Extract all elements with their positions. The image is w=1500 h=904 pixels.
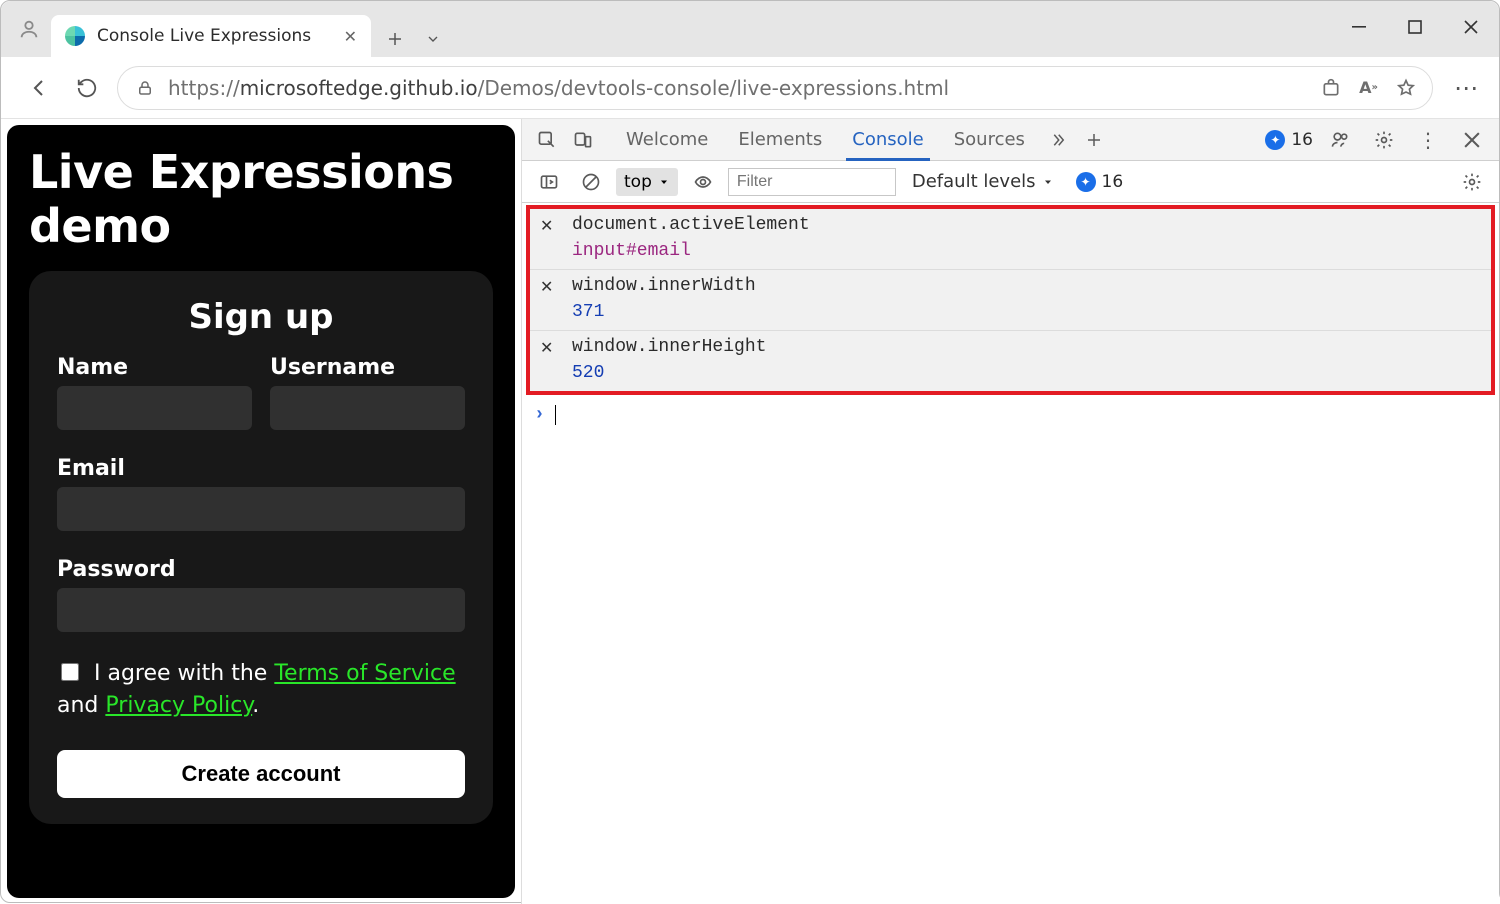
remove-live-expr-icon[interactable]: ✕ (540, 215, 564, 237)
create-account-button[interactable]: Create account (57, 750, 465, 798)
devtools-panel: Welcome Elements Console Sources ✦ 16 (521, 119, 1499, 904)
remove-live-expr-icon[interactable]: ✕ (540, 337, 564, 359)
issues-count: 16 (1291, 130, 1313, 150)
close-window-button[interactable] (1443, 7, 1499, 47)
context-selector[interactable]: top (616, 168, 678, 196)
inspect-icon[interactable] (530, 123, 564, 157)
clear-console-icon[interactable] (574, 165, 608, 199)
field-name: Name (57, 355, 252, 430)
input-password[interactable] (57, 588, 465, 632)
field-username: Username (270, 355, 465, 430)
tab-strip: Console Live Expressions ✕ (51, 1, 1331, 57)
profile-button[interactable] (7, 1, 51, 57)
toggle-sidebar-icon[interactable] (532, 165, 566, 199)
console-toolbar: top Default levels ✦ 16 (522, 161, 1499, 203)
agree-checkbox[interactable] (61, 663, 79, 681)
tab-sources[interactable]: Sources (940, 119, 1039, 160)
favorite-icon[interactable] (1396, 78, 1416, 98)
filter-input[interactable] (728, 168, 896, 196)
chevron-right-icon: › (534, 405, 545, 425)
url-text: https://microsoftedge.github.io/Demos/de… (168, 76, 949, 100)
label-username: Username (270, 355, 465, 380)
label-name: Name (57, 355, 252, 380)
window-controls (1331, 1, 1499, 57)
tab-welcome[interactable]: Welcome (612, 119, 722, 160)
input-username[interactable] (270, 386, 465, 430)
live-expressions-region: ✕ document.activeElement input#email ✕ w… (526, 205, 1495, 395)
issues-chip[interactable]: ✦ 16 (1265, 130, 1313, 150)
input-email[interactable] (57, 487, 465, 531)
console-body: › (522, 395, 1499, 904)
issues-icon: ✦ (1265, 130, 1285, 150)
devtools-tabbar: Welcome Elements Console Sources ✦ 16 (522, 119, 1499, 161)
minimize-button[interactable] (1331, 7, 1387, 47)
live-expr-text[interactable]: window.innerHeight (572, 337, 1481, 359)
feedback-icon[interactable] (1323, 123, 1357, 157)
content-area: Live Expressions demo Sign up Name Usern… (1, 119, 1499, 904)
live-expr-text[interactable]: window.innerWidth (572, 276, 1481, 298)
tos-link[interactable]: Terms of Service (274, 661, 455, 686)
edge-favicon-icon (65, 26, 85, 46)
browser-toolbar: https://microsoftedge.github.io/Demos/de… (1, 57, 1499, 119)
maximize-button[interactable] (1387, 7, 1443, 47)
live-expr-value: 520 (572, 363, 1481, 383)
close-tab-icon[interactable]: ✕ (344, 27, 357, 46)
shopping-icon[interactable] (1321, 78, 1341, 98)
address-bar[interactable]: https://microsoftedge.github.io/Demos/de… (117, 66, 1433, 110)
toolbar-issues-count: 16 (1102, 172, 1124, 192)
log-levels-selector[interactable]: Default levels (912, 171, 1054, 192)
more-tabs-icon[interactable] (1041, 123, 1075, 157)
live-expr-value: input#email (572, 241, 1481, 261)
devtools-menu-icon[interactable]: ⋮ (1411, 123, 1445, 157)
live-expression-row: ✕ window.innerHeight 520 (530, 331, 1491, 391)
privacy-link[interactable]: Privacy Policy (105, 693, 252, 718)
read-aloud-icon[interactable]: A» (1359, 78, 1378, 97)
label-email: Email (57, 456, 465, 481)
live-expr-text[interactable]: document.activeElement (572, 215, 1481, 237)
tab-controls (371, 21, 457, 57)
signup-heading: Sign up (57, 297, 465, 337)
browser-tab[interactable]: Console Live Expressions ✕ (51, 15, 371, 57)
field-password: Password (57, 557, 465, 632)
device-toggle-icon[interactable] (566, 123, 600, 157)
new-tab-icon[interactable] (1077, 123, 1111, 157)
label-password: Password (57, 557, 465, 582)
lock-icon (136, 79, 154, 97)
agree-text: I agree with the Terms of Service and Pr… (57, 658, 465, 722)
page-title: Live Expressions demo (29, 145, 493, 253)
more-menu-button[interactable]: ⋯ (1445, 67, 1487, 109)
settings-icon[interactable] (1367, 123, 1401, 157)
tab-console[interactable]: Console (838, 119, 937, 160)
back-button[interactable] (21, 70, 57, 106)
close-devtools-icon[interactable] (1455, 123, 1489, 157)
live-expr-value: 371 (572, 302, 1481, 322)
remove-live-expr-icon[interactable]: ✕ (540, 276, 564, 298)
field-email: Email (57, 456, 465, 531)
input-name[interactable] (57, 386, 252, 430)
page-viewport: Live Expressions demo Sign up Name Usern… (1, 119, 521, 904)
toolbar-issues-chip[interactable]: ✦ 16 (1076, 172, 1124, 192)
issues-icon: ✦ (1076, 172, 1096, 192)
live-expression-row: ✕ window.innerWidth 371 (530, 270, 1491, 331)
browser-titlebar: Console Live Expressions ✕ (1, 1, 1499, 57)
signup-card: Sign up Name Username Email Pa (29, 271, 493, 824)
text-cursor (555, 405, 557, 425)
tab-title: Console Live Expressions (97, 26, 311, 46)
new-tab-button[interactable] (377, 21, 413, 57)
tab-elements[interactable]: Elements (724, 119, 836, 160)
live-expression-icon[interactable] (686, 165, 720, 199)
live-expression-row: ✕ document.activeElement input#email (530, 209, 1491, 270)
console-settings-icon[interactable] (1455, 165, 1489, 199)
console-prompt[interactable]: › (534, 405, 1487, 425)
tab-dropdown-button[interactable] (415, 21, 451, 57)
refresh-button[interactable] (69, 70, 105, 106)
